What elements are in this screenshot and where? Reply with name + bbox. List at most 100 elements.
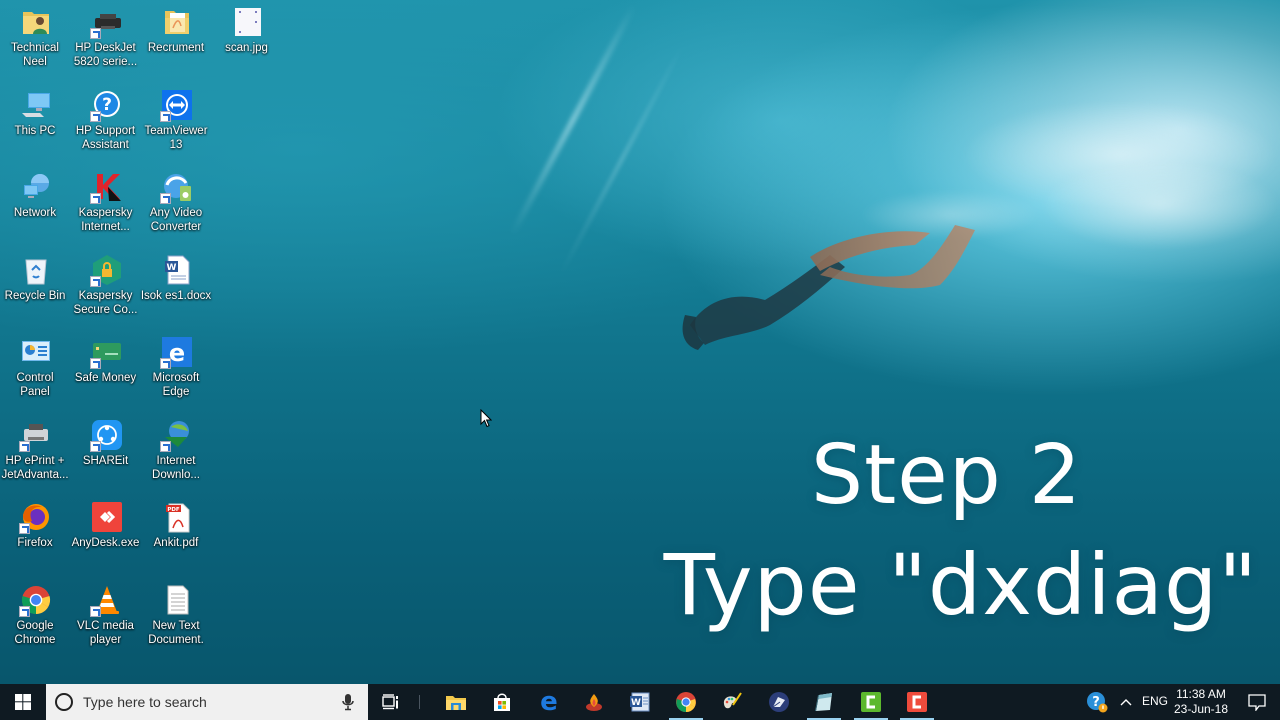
desktop-icon[interactable]: Recycle Bin (1, 250, 71, 328)
text-document-icon (161, 584, 193, 616)
cortana-icon (55, 693, 73, 711)
pdf-file-icon: PDF (161, 501, 193, 533)
svg-text:PDF: PDF (167, 507, 180, 513)
desktop-icon-label: Safe Money (74, 372, 137, 384)
paint-palette-icon (723, 692, 742, 709)
desktop-icon[interactable]: Any Video Converter (142, 167, 212, 245)
desktop-icon[interactable]: SHAREit (72, 415, 142, 493)
desktop-icon[interactable]: Google Chrome (1, 580, 71, 658)
shortcut-arrow-icon (19, 440, 30, 452)
desktop-icon[interactable]: Safe Money (72, 332, 142, 410)
taskbar-camtasia-recorder[interactable] (848, 684, 894, 720)
chevron-up-icon (1120, 699, 1132, 706)
network-icon (20, 171, 52, 203)
taskbar-microsoft-store[interactable] (479, 684, 525, 720)
desktop-icon-label: Isok es1.docx (140, 289, 212, 302)
desktop-icon-label: Ankit.pdf (153, 537, 199, 549)
task-view-button[interactable] (368, 684, 414, 720)
clock-time: 11:38 AM (1176, 687, 1226, 701)
svg-text:?: ? (102, 95, 112, 115)
desktop-icon[interactable]: AnyDesk.exe (72, 497, 142, 575)
camtasia-red-icon (907, 692, 927, 712)
desktop-icon-label: Firefox (17, 537, 53, 549)
safe-money-icon (89, 336, 123, 369)
instruction-caption: Type "dxdiag" (663, 536, 1258, 634)
desktop-icon[interactable]: W Isok es1.docx (140, 250, 212, 328)
taskbar-search-box[interactable]: Type here to search (46, 684, 368, 720)
desktop-icon[interactable]: Technical Neel (1, 2, 71, 80)
vlc-icon (89, 584, 123, 617)
mouse-cursor (480, 409, 492, 428)
windows-logo-icon (15, 694, 31, 710)
desktop-icon[interactable]: HP DeskJet 5820 serie... (72, 2, 142, 80)
desktop-icon-label: Internet Downlo... (152, 454, 200, 481)
desktop-icon[interactable]: Network (1, 167, 71, 245)
pen-nib-icon (769, 692, 789, 712)
show-hidden-icons-button[interactable] (1114, 684, 1138, 720)
taskbar-burning-app[interactable] (571, 684, 617, 720)
task-view-icon (382, 694, 398, 710)
microphone-icon[interactable] (340, 692, 356, 712)
teamviewer-icon (160, 89, 193, 122)
desktop-icon[interactable]: scan.jpg (213, 2, 283, 80)
shortcut-arrow-icon (89, 193, 101, 204)
desktop-icon[interactable]: This PC (1, 85, 71, 163)
shortcut-arrow-icon (89, 605, 101, 617)
chrome-icon (676, 692, 696, 713)
kaspersky-vpn-icon (89, 254, 123, 287)
taskbar-file-explorer[interactable] (433, 684, 479, 720)
desktop-icon[interactable]: Kaspersky Internet... (72, 167, 142, 245)
desktop-icon[interactable]: New Text Document. (142, 580, 212, 658)
desktop-icon[interactable]: Firefox (1, 497, 71, 575)
edge-icon: e (540, 687, 558, 717)
action-center-button[interactable] (1234, 684, 1280, 720)
notification-icon (1248, 693, 1266, 711)
taskbar-camtasia-studio[interactable] (894, 684, 940, 720)
input-language-indicator[interactable]: ENG (1142, 694, 1168, 708)
search-placeholder: Type here to search (83, 694, 207, 710)
taskbar-word[interactable]: W (617, 684, 663, 720)
shortcut-arrow-icon (89, 358, 101, 369)
desktop-icon-label: HP DeskJet 5820 serie... (73, 42, 138, 68)
desktop-icon-label: Recrument (147, 42, 205, 54)
start-button[interactable] (0, 684, 46, 720)
desktop-icon-label: Any Video Converter (149, 207, 203, 233)
desktop-icon-label: Technical Neel (11, 42, 59, 68)
desktop-icon[interactable]: VLC media player (72, 580, 142, 658)
word-icon: W (630, 692, 650, 712)
taskbar-clock[interactable]: 11:38 AM 23-Jun-18 (1170, 684, 1232, 720)
taskbar-chrome[interactable] (663, 684, 709, 720)
desktop-icon-label: Kaspersky Secure Co... (73, 289, 138, 316)
taskbar-inkscape-like[interactable] (756, 684, 802, 720)
desktop-icon-label: AnyDesk.exe (71, 537, 140, 549)
desktop-icon-label: HP ePrint + JetAdvanta... (1, 454, 69, 481)
desktop-icon-label: SHAREit (82, 454, 129, 467)
desktop-icon[interactable]: TeamViewer 13 (142, 85, 212, 163)
desktop-icon[interactable]: ? HP Support Assistant (72, 85, 142, 163)
desktop-icon[interactable]: Kaspersky Secure Co... (72, 250, 142, 328)
tray-hp-support[interactable]: ? (1077, 684, 1117, 720)
desktop-icon[interactable]: e Microsoft Edge (142, 332, 212, 410)
taskbar-divider (419, 695, 420, 709)
desktop-icon[interactable]: Recrument (142, 2, 212, 80)
desktop-icon-label: Kaspersky Internet... (78, 207, 133, 233)
desktop-icon[interactable]: Control Panel (1, 332, 71, 410)
edge-icon: e (160, 336, 193, 369)
kaspersky-icon (89, 171, 123, 204)
desktop-icon[interactable]: Internet Downlo... (142, 415, 212, 493)
step-caption: Step 2 (811, 428, 1082, 523)
surface-foam (1040, 160, 1280, 250)
computer-icon (20, 89, 52, 121)
desktop-icon[interactable]: PDF Ankit.pdf (142, 497, 212, 575)
clock-date: 23-Jun-18 (1173, 702, 1229, 716)
shortcut-arrow-icon (89, 275, 101, 287)
taskbar-edge[interactable]: e (526, 684, 572, 720)
desktop-icon[interactable]: HP ePrint + JetAdvanta... (1, 415, 71, 493)
taskbar-paint[interactable] (709, 684, 755, 720)
desktop-icon-label: scan.jpg (225, 42, 268, 54)
store-bag-icon (494, 693, 510, 711)
pdf-folder-icon (161, 6, 193, 38)
taskbar-notepad-like[interactable] (801, 684, 847, 720)
shortcut-arrow-icon (19, 523, 30, 534)
image-file-icon (232, 6, 264, 38)
